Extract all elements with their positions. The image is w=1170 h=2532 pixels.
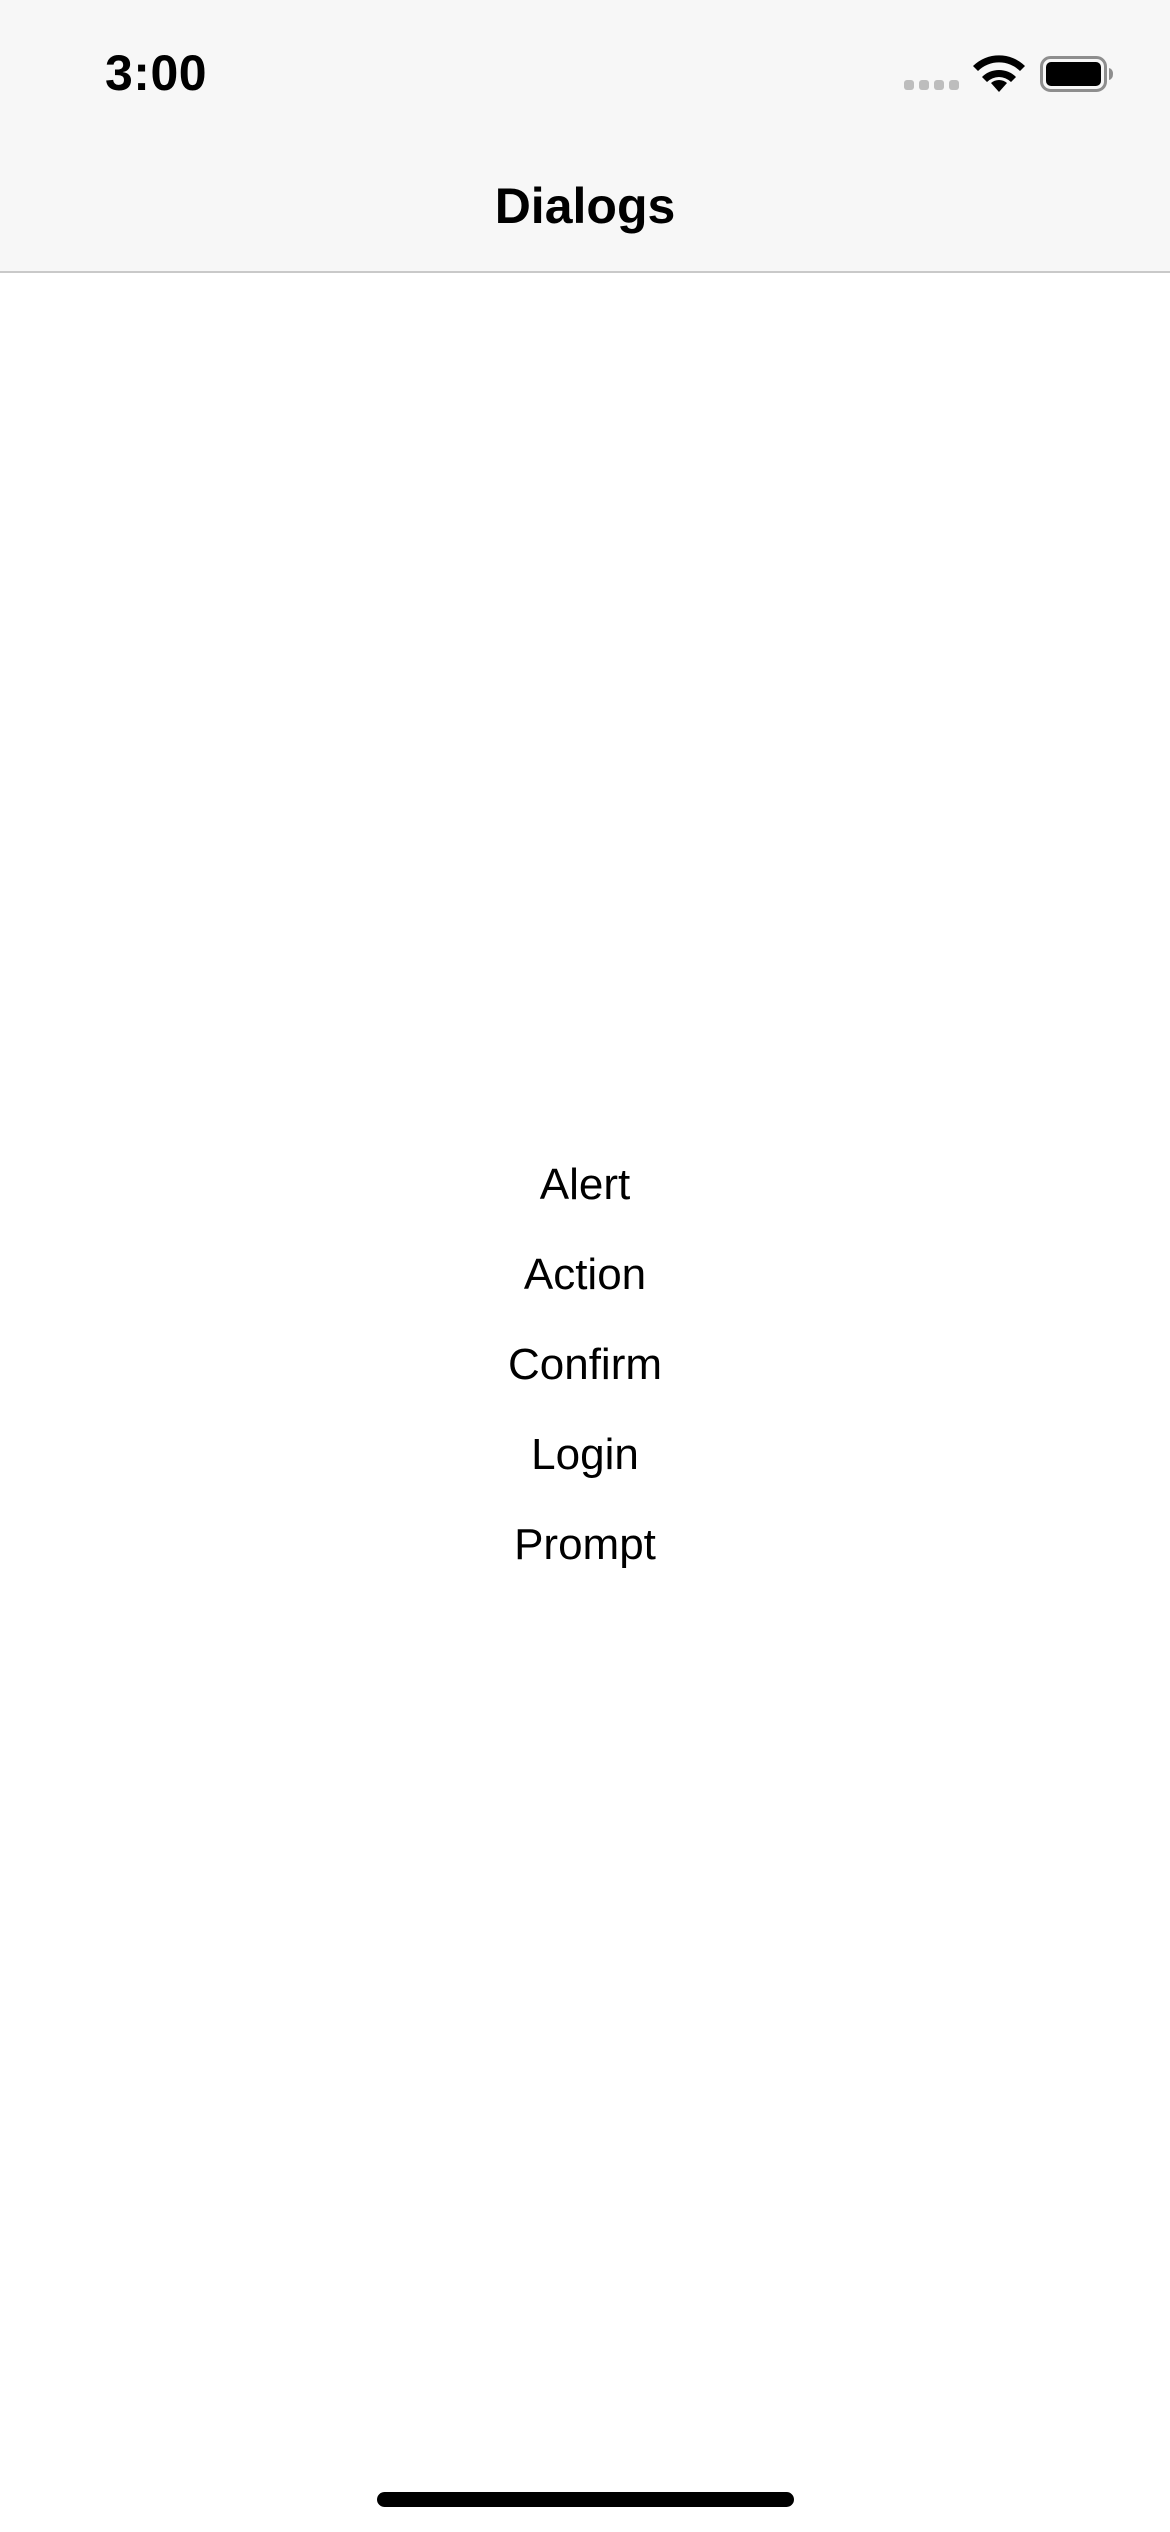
dialog-menu: Alert Action Confirm Login Prompt xyxy=(0,1140,1170,1590)
action-button[interactable]: Action xyxy=(504,1230,666,1320)
status-time: 3:00 xyxy=(105,45,208,101)
signal-dot xyxy=(919,80,929,90)
home-indicator[interactable] xyxy=(377,2492,794,2507)
signal-dot xyxy=(934,80,944,90)
app-screen: 3:00 Dialogs Alert Action Confirm Login … xyxy=(0,0,1170,2532)
prompt-button[interactable]: Prompt xyxy=(494,1500,676,1590)
cellular-signal-icon xyxy=(904,80,960,92)
signal-dot xyxy=(949,80,959,90)
signal-dot xyxy=(904,80,914,90)
alert-button[interactable]: Alert xyxy=(520,1140,650,1230)
top-chrome: 3:00 Dialogs xyxy=(0,0,1170,273)
battery-icon xyxy=(1040,56,1113,92)
confirm-button[interactable]: Confirm xyxy=(488,1320,682,1410)
page-title: Dialogs xyxy=(494,178,676,234)
login-button[interactable]: Login xyxy=(511,1410,659,1500)
wifi-icon xyxy=(973,55,1025,92)
